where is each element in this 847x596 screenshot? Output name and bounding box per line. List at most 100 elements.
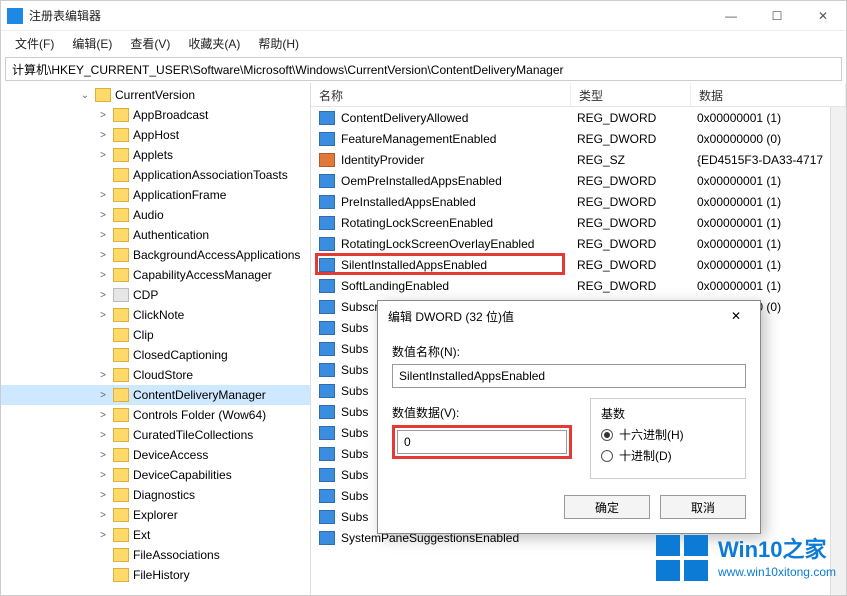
expand-icon[interactable]: >: [97, 250, 109, 261]
expand-icon[interactable]: >: [97, 510, 109, 521]
value-data: 0x00000001 (1): [697, 258, 846, 272]
col-data[interactable]: 数据: [691, 83, 846, 106]
list-row[interactable]: FeatureManagementEnabledREG_DWORD0x00000…: [311, 128, 846, 149]
tree-label: ClosedCaptioning: [133, 348, 228, 362]
minimize-button[interactable]: —: [708, 1, 754, 31]
value-name-input[interactable]: [392, 364, 746, 388]
cancel-button[interactable]: 取消: [660, 495, 746, 519]
tree-row[interactable]: FileHistory: [1, 565, 310, 585]
expand-icon[interactable]: >: [97, 210, 109, 221]
radio-hex[interactable]: 十六进制(H): [601, 426, 735, 443]
tree-row-root[interactable]: ⌄CurrentVersion: [1, 85, 310, 105]
tree-row[interactable]: >ApplicationFrame: [1, 185, 310, 205]
tree-row[interactable]: FileAssociations: [1, 545, 310, 565]
tree-row[interactable]: ApplicationAssociationToasts: [1, 165, 310, 185]
tree-row[interactable]: >Applets: [1, 145, 310, 165]
list-row[interactable]: OemPreInstalledAppsEnabledREG_DWORD0x000…: [311, 170, 846, 191]
tree-row[interactable]: > Audio: [1, 205, 310, 225]
base-legend: 基数: [601, 405, 735, 422]
tree-row[interactable]: > Ext: [1, 525, 310, 545]
tree-label: Audio: [133, 208, 164, 222]
menu-help[interactable]: 帮助(H): [250, 33, 307, 54]
tree-row[interactable]: >CapabilityAccessManager: [1, 265, 310, 285]
expand-icon[interactable]: >: [97, 310, 109, 321]
string-value-icon: [319, 153, 335, 167]
tree-row[interactable]: >AppHost: [1, 125, 310, 145]
expand-icon[interactable]: >: [97, 390, 109, 401]
expand-icon[interactable]: >: [97, 270, 109, 281]
close-button[interactable]: ✕: [800, 1, 846, 31]
folder-icon: [113, 328, 129, 342]
list-row[interactable]: RotatingLockScreenEnabledREG_DWORD0x0000…: [311, 212, 846, 233]
list-row[interactable]: PreInstalledAppsEnabledREG_DWORD0x000000…: [311, 191, 846, 212]
tree-row[interactable]: >Controls Folder (Wow64): [1, 405, 310, 425]
tree-row[interactable]: >CuratedTileCollections: [1, 425, 310, 445]
folder-icon: [113, 168, 129, 182]
value-data: 0x00000001 (1): [697, 216, 846, 230]
menubar: 文件(F) 编辑(E) 查看(V) 收藏夹(A) 帮助(H): [1, 31, 846, 55]
expand-icon[interactable]: >: [97, 450, 109, 461]
folder-icon: [113, 468, 129, 482]
list-row[interactable]: SilentInstalledAppsEnabledREG_DWORD0x000…: [311, 254, 846, 275]
tree-row[interactable]: >CDP: [1, 285, 310, 305]
tree-row[interactable]: >DeviceCapabilities: [1, 465, 310, 485]
tree-view[interactable]: ⌄CurrentVersion>AppBroadcast>AppHost>App…: [1, 83, 311, 595]
menu-favorites[interactable]: 收藏夹(A): [180, 33, 248, 54]
tree-row[interactable]: >BackgroundAccessApplications: [1, 245, 310, 265]
ok-button[interactable]: 确定: [564, 495, 650, 519]
scrollbar-vertical[interactable]: [830, 107, 846, 595]
expand-icon[interactable]: >: [97, 370, 109, 381]
expand-icon[interactable]: >: [97, 530, 109, 541]
expand-icon[interactable]: >: [97, 410, 109, 421]
col-name[interactable]: 名称: [311, 83, 571, 106]
dword-value-icon: [319, 405, 335, 419]
tree-label: Explorer: [133, 508, 178, 522]
dialog-titlebar[interactable]: 编辑 DWORD (32 位)值 ✕: [378, 301, 760, 331]
tree-row[interactable]: ClosedCaptioning: [1, 345, 310, 365]
tree-row[interactable]: > Authentication: [1, 225, 310, 245]
tree-row[interactable]: >AppBroadcast: [1, 105, 310, 125]
expand-icon[interactable]: >: [97, 130, 109, 141]
address-bar[interactable]: 计算机\HKEY_CURRENT_USER\Software\Microsoft…: [5, 57, 842, 81]
menu-file[interactable]: 文件(F): [7, 33, 62, 54]
menu-view[interactable]: 查看(V): [122, 33, 178, 54]
titlebar: 注册表编辑器 — ☐ ✕: [1, 1, 846, 31]
value-data-input[interactable]: [397, 430, 567, 454]
col-type[interactable]: 类型: [571, 83, 691, 106]
collapse-icon[interactable]: ⌄: [79, 90, 91, 101]
tree-label: Authentication: [133, 228, 209, 242]
dword-value-icon: [319, 363, 335, 377]
list-row[interactable]: ContentDeliveryAllowedREG_DWORD0x0000000…: [311, 107, 846, 128]
tree-row[interactable]: >ClickNote: [1, 305, 310, 325]
expand-icon[interactable]: >: [97, 110, 109, 121]
tree-row[interactable]: >CloudStore: [1, 365, 310, 385]
tree-row[interactable]: >Diagnostics: [1, 485, 310, 505]
dword-value-icon: [319, 279, 335, 293]
tree-row[interactable]: >ContentDeliveryManager: [1, 385, 310, 405]
list-row[interactable]: SoftLandingEnabledREG_DWORD0x00000001 (1…: [311, 275, 846, 296]
expand-icon[interactable]: >: [97, 430, 109, 441]
tree-row[interactable]: Clip: [1, 325, 310, 345]
dword-value-icon: [319, 531, 335, 545]
folder-icon: [95, 88, 111, 102]
dword-value-icon: [319, 237, 335, 251]
dword-value-icon: [319, 258, 335, 272]
tree-row[interactable]: >DeviceAccess: [1, 445, 310, 465]
regedit-icon: [7, 8, 23, 24]
tree-label: Ext: [133, 528, 150, 542]
dialog-close-button[interactable]: ✕: [722, 302, 750, 330]
tree-row[interactable]: > Explorer: [1, 505, 310, 525]
expand-icon[interactable]: >: [97, 490, 109, 501]
expand-icon[interactable]: >: [97, 470, 109, 481]
expand-icon[interactable]: >: [97, 230, 109, 241]
maximize-button[interactable]: ☐: [754, 1, 800, 31]
expand-icon[interactable]: >: [97, 150, 109, 161]
expand-icon[interactable]: >: [97, 290, 109, 301]
radio-dec[interactable]: 十进制(D): [601, 447, 735, 464]
expand-icon[interactable]: >: [97, 190, 109, 201]
menu-edit[interactable]: 编辑(E): [64, 33, 120, 54]
list-row[interactable]: RotatingLockScreenOverlayEnabledREG_DWOR…: [311, 233, 846, 254]
list-row[interactable]: IdentityProviderREG_SZ{ED4515F3-DA33-471…: [311, 149, 846, 170]
tree-label: FileAssociations: [133, 548, 220, 562]
value-name: SilentInstalledAppsEnabled: [341, 258, 577, 272]
